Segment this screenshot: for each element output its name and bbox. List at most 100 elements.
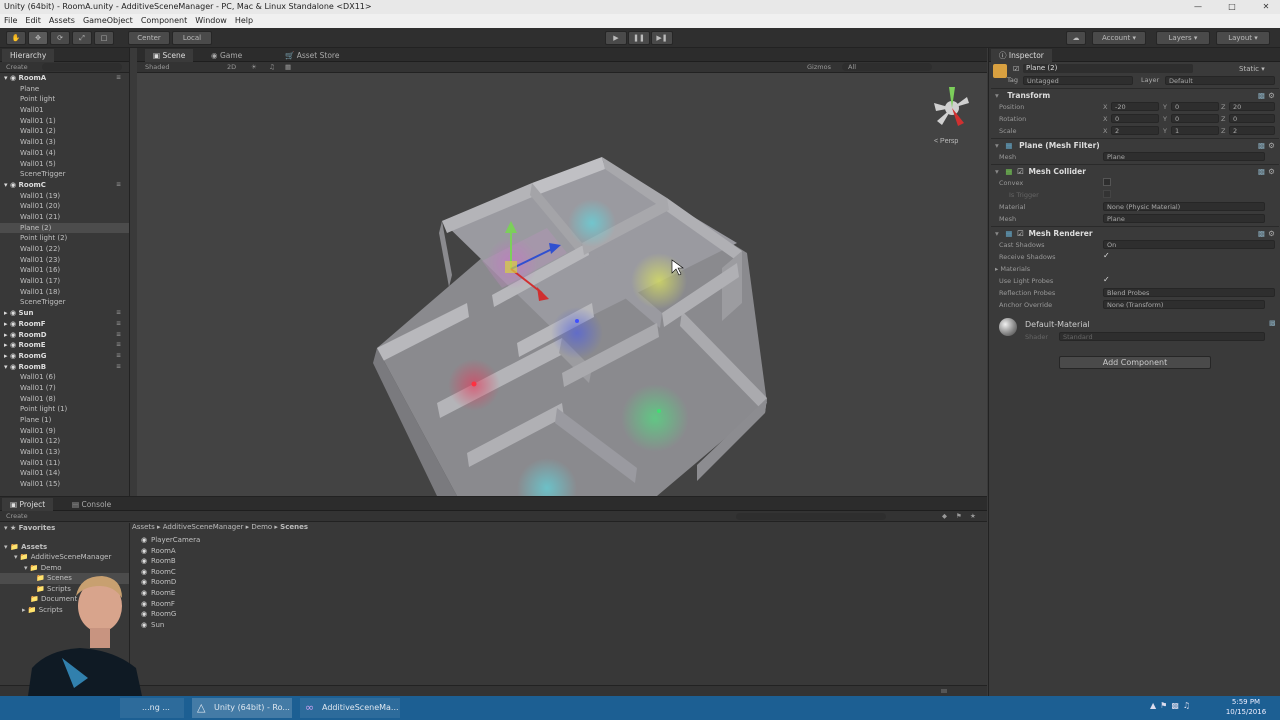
layers-dropdown[interactable]: Layers ▾ — [1156, 31, 1210, 45]
scene-menu-icon[interactable]: ≡ — [116, 351, 121, 362]
hierarchy-item[interactable]: Wall01 (5) — [0, 159, 129, 170]
gear-icon[interactable]: ⚙ — [1268, 227, 1275, 240]
convex-checkbox[interactable] — [1103, 178, 1111, 186]
hierarchy-scene-row[interactable]: ▾ ◉ RoomA ≡ — [0, 73, 129, 84]
hierarchy-item[interactable]: Wall01 (6) — [0, 372, 129, 383]
play-button[interactable]: ▶ — [605, 31, 627, 45]
menu-file[interactable]: File — [4, 14, 17, 28]
hierarchy-item[interactable]: Wall01 (7) — [0, 383, 129, 394]
persp-label[interactable]: < Persp — [934, 138, 958, 145]
menu-gameobject[interactable]: GameObject — [83, 14, 133, 28]
hierarchy-item[interactable]: SceneTrigger — [0, 169, 129, 180]
pause-button[interactable]: ❚❚ — [628, 31, 650, 45]
breadcrumb-scenes[interactable]: Scenes — [280, 523, 308, 531]
taskbar-item-visual-studio[interactable]: ∞ AdditiveSceneMa... — [300, 698, 400, 718]
filter-by-label-icon[interactable]: ⚑ — [956, 511, 962, 522]
taskbar-item-unity[interactable]: △ Unity (64bit) - Ro... — [192, 698, 292, 718]
hierarchy-item[interactable]: Plane (2) — [0, 222, 129, 234]
tab-scene[interactable]: ▣ Scene — [145, 49, 194, 62]
hierarchy-item[interactable]: Wall01 (16) — [0, 265, 129, 276]
hierarchy-item[interactable]: Wall01 (14) — [0, 468, 129, 479]
project-create-button[interactable]: Create — [6, 511, 28, 522]
hierarchy-scene-row[interactable]: ▸ ◉ RoomD ≡ — [0, 330, 129, 341]
scene-viewport[interactable]: < Persp — [137, 73, 987, 496]
rotation-x-field[interactable]: 0 — [1111, 114, 1159, 123]
gear-icon[interactable]: ⚙ — [1268, 139, 1275, 152]
layout-dropdown[interactable]: Layout ▾ — [1216, 31, 1270, 45]
pivot-local-button[interactable]: Local — [172, 31, 212, 45]
rotation-z-field[interactable]: 0 — [1229, 114, 1275, 123]
breadcrumb-additivescenemanager[interactable]: AdditiveSceneManager — [163, 523, 244, 531]
position-z-field[interactable]: 20 — [1229, 102, 1275, 111]
scene-menu-icon[interactable]: ≡ — [116, 330, 121, 341]
tab-asset-store[interactable]: 🛒 Asset Store — [277, 49, 347, 62]
2d-toggle[interactable]: 2D — [227, 62, 236, 73]
effects-toggle-icon[interactable]: ▦ — [285, 62, 291, 73]
list-item[interactable]: RoomA — [137, 546, 987, 557]
foldout-icon[interactable]: ▾ — [995, 141, 999, 150]
gizmo-center-handle[interactable] — [505, 261, 517, 273]
list-item[interactable]: RoomC — [137, 567, 987, 578]
mesh-collider-enabled-checkbox[interactable]: ☑ — [1017, 167, 1024, 176]
scene-menu-icon[interactable]: ≡ — [116, 362, 121, 373]
hierarchy-item[interactable]: Wall01 (17) — [0, 276, 129, 287]
menu-edit[interactable]: Edit — [25, 14, 41, 28]
scene-menu-icon[interactable]: ≡ — [116, 180, 121, 191]
hierarchy-search-input[interactable] — [42, 63, 122, 71]
hierarchy-item[interactable]: Wall01 (20) — [0, 201, 129, 212]
step-button[interactable]: ▶❚ — [651, 31, 673, 45]
hierarchy-item[interactable]: Wall01 (3) — [0, 137, 129, 148]
lighting-toggle-icon[interactable]: ☀ — [251, 62, 257, 73]
zoom-slider[interactable] — [941, 689, 947, 693]
hierarchy-item[interactable]: SceneTrigger — [0, 297, 129, 308]
scale-z-field[interactable]: 2 — [1229, 126, 1275, 135]
help-icon[interactable]: ▩ — [1258, 165, 1265, 178]
gizmos-dropdown[interactable]: Gizmos — [807, 62, 831, 73]
list-item[interactable]: Sun — [137, 620, 987, 631]
rotate-tool-icon[interactable]: ⟳ — [50, 31, 70, 45]
position-y-field[interactable]: 0 — [1171, 102, 1219, 111]
breadcrumb-demo[interactable]: Demo — [251, 523, 272, 531]
hierarchy-scene-row[interactable]: ▸ ◉ Sun ≡ — [0, 308, 129, 319]
help-icon[interactable]: ▩ — [1258, 139, 1265, 152]
tab-project[interactable]: ▣ Project — [2, 498, 54, 511]
tab-hierarchy[interactable]: Hierarchy — [2, 49, 55, 62]
filter-by-type-icon[interactable]: ◆ — [942, 511, 947, 522]
hierarchy-item[interactable]: Wall01 (19) — [0, 191, 129, 202]
menu-assets[interactable]: Assets — [49, 14, 75, 28]
hierarchy-item[interactable]: Point light — [0, 94, 129, 105]
receive-shadows-checkbox[interactable]: ✓ — [1103, 251, 1110, 260]
cast-shadows-dropdown[interactable]: On — [1103, 240, 1275, 249]
mesh-filter-mesh-field[interactable]: Plane — [1103, 152, 1265, 161]
hierarchy-item[interactable]: Wall01 (21) — [0, 212, 129, 223]
orientation-gizmo[interactable] — [934, 87, 969, 126]
hierarchy-item[interactable]: Plane (1) — [0, 415, 129, 426]
hierarchy-item[interactable]: Wall01 (15) — [0, 479, 129, 490]
gear-icon[interactable]: ⚙ — [1268, 89, 1275, 102]
tree-assets[interactable]: ▾ 📁 Assets — [0, 542, 129, 553]
hierarchy-item[interactable]: Wall01 (2) — [0, 126, 129, 137]
list-item[interactable]: RoomB — [137, 556, 987, 567]
object-name-field[interactable]: Plane (2) — [1023, 64, 1193, 73]
foldout-icon[interactable]: ▾ — [995, 91, 999, 100]
tree-additivescenemanager[interactable]: ▾ 📁 AdditiveSceneManager — [0, 552, 129, 563]
scene-menu-icon[interactable]: ≡ — [116, 319, 121, 330]
help-icon[interactable]: ▩ — [1258, 89, 1265, 102]
scene-search-input[interactable]: All — [842, 63, 932, 71]
audio-toggle-icon[interactable]: ♫ — [269, 62, 275, 73]
shading-mode-dropdown[interactable]: Shaded — [145, 62, 169, 73]
hierarchy-item[interactable]: Wall01 (18) — [0, 287, 129, 298]
minimize-icon[interactable]: — — [1188, 0, 1208, 14]
collider-material-field[interactable]: None (Physic Material) — [1103, 202, 1265, 211]
hierarchy-item[interactable]: Wall01 (23) — [0, 255, 129, 266]
foldout-icon[interactable]: ▾ — [995, 229, 999, 238]
tag-dropdown[interactable]: Untagged — [1023, 76, 1133, 85]
hierarchy-item[interactable]: Point light (2) — [0, 233, 129, 244]
tab-game[interactable]: ◉ Game — [203, 49, 250, 62]
hierarchy-item[interactable]: Wall01 (1) — [0, 116, 129, 127]
favorite-icon[interactable]: ★ — [970, 511, 976, 522]
list-item[interactable]: PlayerCamera — [137, 535, 987, 546]
transform-header[interactable]: ▾ Transform ▩ ⚙ — [991, 88, 1279, 101]
hierarchy-scene-row[interactable]: ▸ ◉ RoomG ≡ — [0, 351, 129, 362]
menu-component[interactable]: Component — [141, 14, 187, 28]
